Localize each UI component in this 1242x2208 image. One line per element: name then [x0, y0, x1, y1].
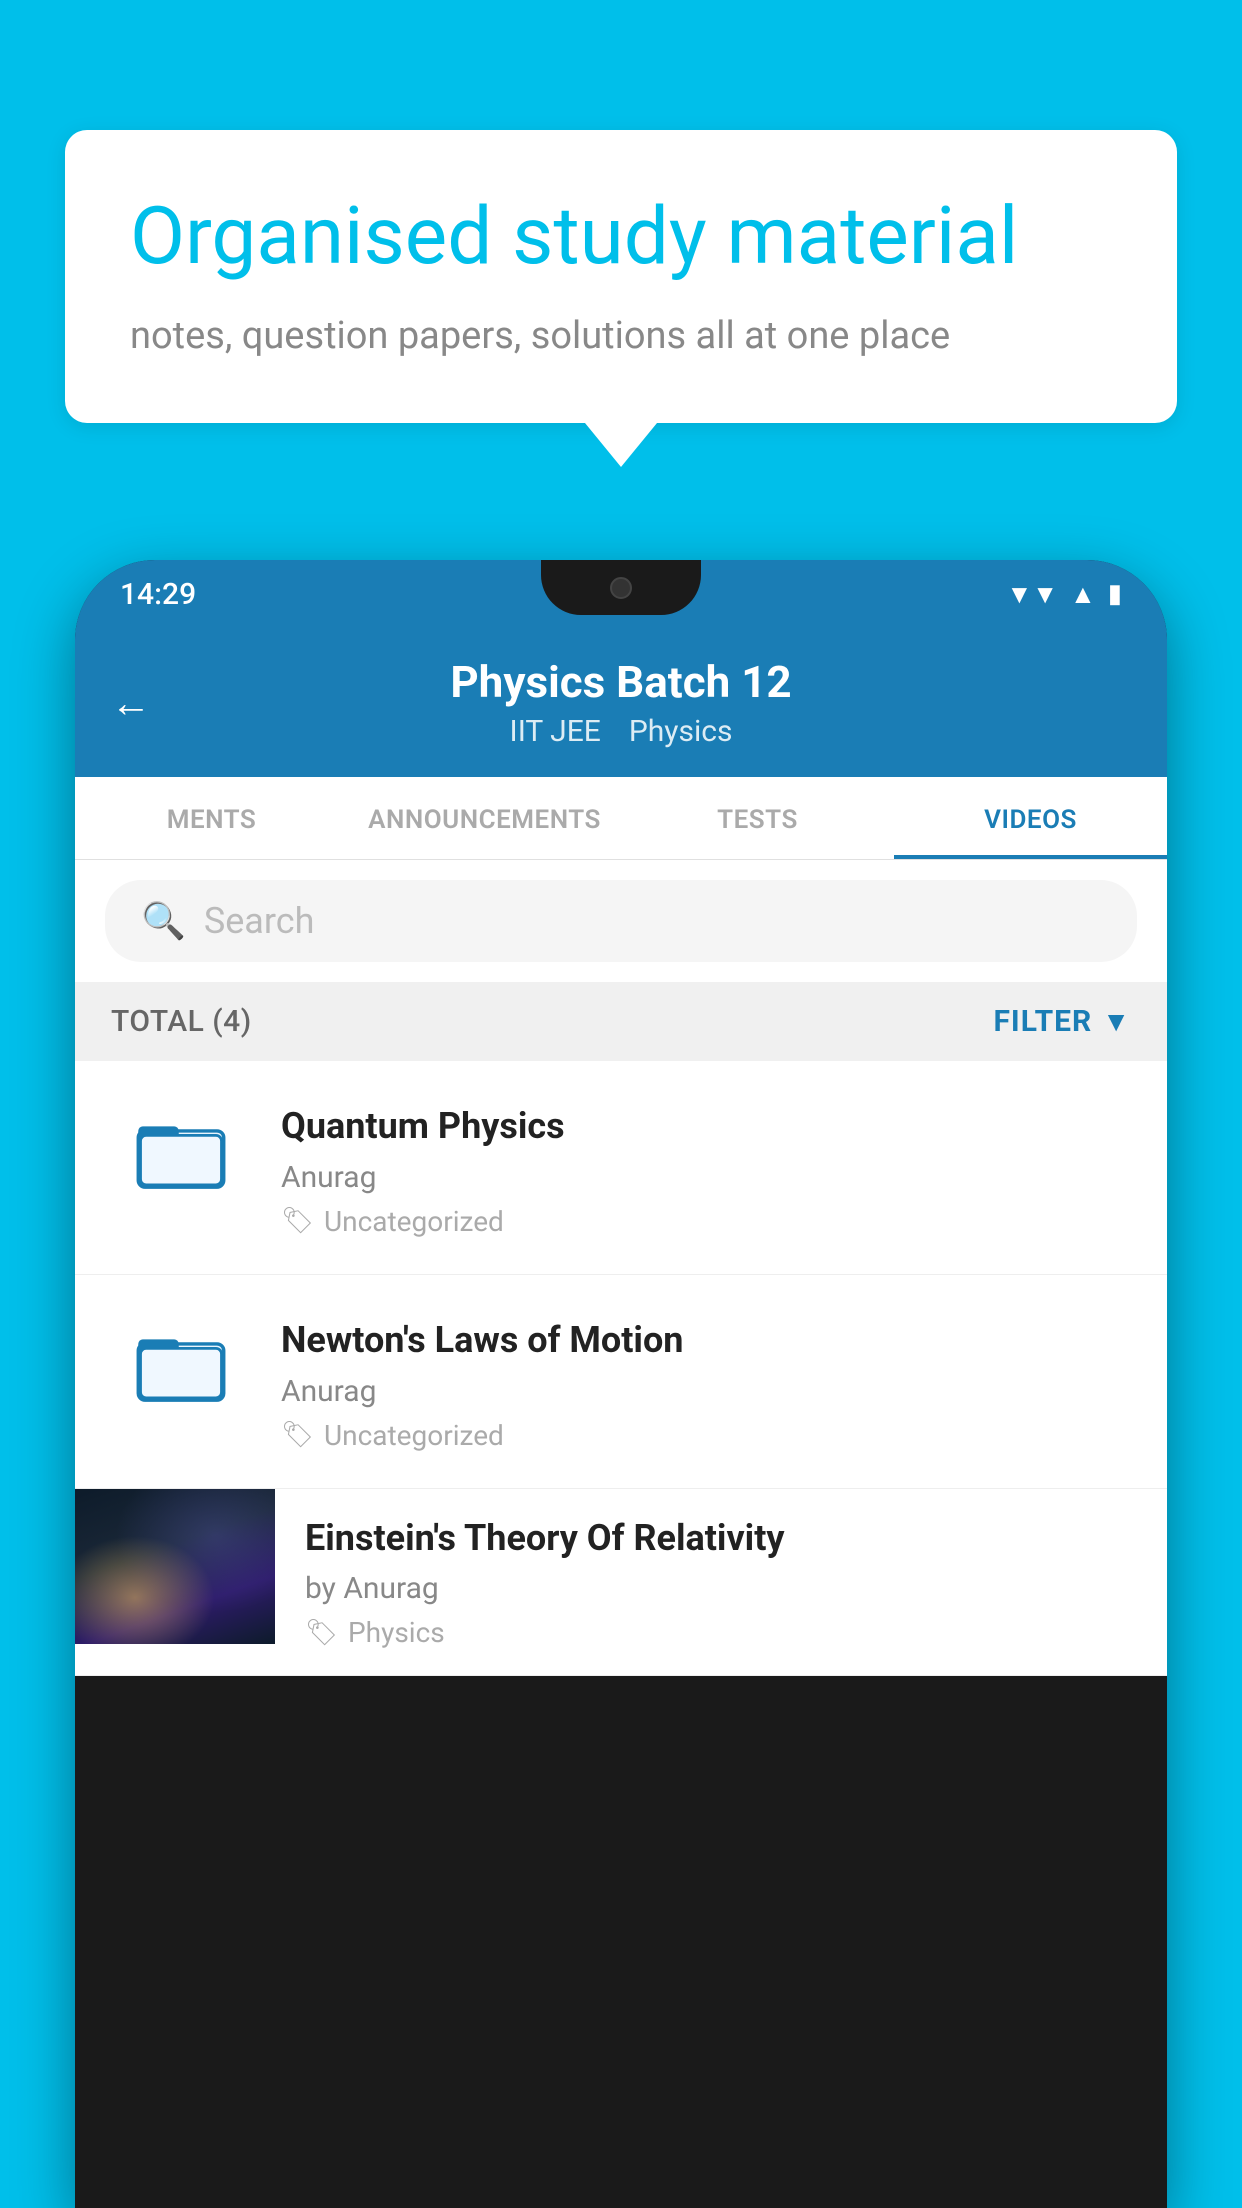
tag-label: Physics	[348, 1616, 445, 1649]
video-tag: 🏷 Physics	[305, 1616, 1137, 1649]
video-list: Quantum Physics Anurag 🏷 Uncategorized N…	[75, 1061, 1167, 1676]
folder-thumbnail-newton	[111, 1311, 251, 1416]
search-container: 🔍 Search	[75, 860, 1167, 982]
list-item[interactable]: Einstein's Theory Of Relativity by Anura…	[75, 1489, 1167, 1677]
folder-icon	[136, 1105, 226, 1195]
search-icon: 🔍	[141, 900, 186, 942]
speech-bubble-card: Organised study material notes, question…	[65, 130, 1177, 423]
video-title: Newton's Laws of Motion	[281, 1317, 1131, 1364]
speech-bubble-heading: Organised study material	[130, 190, 1112, 282]
video-thumbnail-einstein	[75, 1489, 275, 1644]
search-input[interactable]: Search	[204, 900, 315, 942]
status-icons: ▼▼ ▲ ▮	[1006, 579, 1122, 610]
tab-ments[interactable]: MENTS	[75, 777, 348, 859]
battery-icon: ▮	[1108, 579, 1122, 609]
wifi-icon: ▼▼	[1006, 579, 1057, 610]
video-author: by Anurag	[305, 1571, 1137, 1606]
video-title: Quantum Physics	[281, 1103, 1131, 1150]
video-info-newton: Newton's Laws of Motion Anurag 🏷 Uncateg…	[281, 1311, 1131, 1452]
back-button[interactable]: ←	[111, 679, 151, 726]
filter-label: FILTER	[993, 1004, 1092, 1039]
video-author: Anurag	[281, 1374, 1131, 1409]
video-tag: 🏷 Uncategorized	[281, 1205, 1131, 1238]
speech-bubble-subtext: notes, question papers, solutions all at…	[130, 310, 1112, 363]
phone-frame: 14:29 ▼▼ ▲ ▮ ← Physics Batch 12 IIT JEE …	[75, 560, 1167, 2208]
tag-label: Uncategorized	[324, 1205, 504, 1238]
video-info-einstein: Einstein's Theory Of Relativity by Anura…	[275, 1489, 1167, 1676]
folder-icon	[136, 1318, 226, 1408]
video-info-quantum: Quantum Physics Anurag 🏷 Uncategorized	[281, 1097, 1131, 1238]
video-title: Einstein's Theory Of Relativity	[305, 1515, 1137, 1562]
filter-button[interactable]: FILTER ▼	[993, 1004, 1131, 1039]
video-tag: 🏷 Uncategorized	[281, 1419, 1131, 1452]
tag-icon: 🏷	[281, 1206, 314, 1236]
speech-bubble-section: Organised study material notes, question…	[65, 130, 1177, 467]
tab-videos[interactable]: VIDEOS	[894, 777, 1167, 859]
space-background	[75, 1489, 275, 1644]
subtitle-physics: Physics	[629, 714, 733, 749]
search-bar[interactable]: 🔍 Search	[105, 880, 1137, 962]
header-title: Physics Batch 12	[450, 656, 791, 708]
tab-announcements[interactable]: ANNOUNCEMENTS	[348, 777, 621, 859]
list-item[interactable]: Quantum Physics Anurag 🏷 Uncategorized	[75, 1061, 1167, 1275]
folder-thumbnail-quantum	[111, 1097, 251, 1202]
tabs-bar: MENTS ANNOUNCEMENTS TESTS VIDEOS	[75, 777, 1167, 860]
signal-icon: ▲	[1070, 579, 1096, 610]
header-subtitle: IIT JEE Physics	[510, 714, 733, 749]
status-time: 14:29	[120, 577, 196, 612]
camera-dot	[610, 577, 632, 599]
status-bar: 14:29 ▼▼ ▲ ▮	[75, 560, 1167, 628]
tag-icon: 🏷	[281, 1420, 314, 1450]
tab-tests[interactable]: TESTS	[621, 777, 894, 859]
video-author: Anurag	[281, 1160, 1131, 1195]
filter-bar: TOTAL (4) FILTER ▼	[75, 982, 1167, 1061]
list-item[interactable]: Newton's Laws of Motion Anurag 🏷 Uncateg…	[75, 1275, 1167, 1489]
app-header: ← Physics Batch 12 IIT JEE Physics	[75, 628, 1167, 777]
tag-icon: 🏷	[305, 1618, 338, 1648]
filter-icon: ▼	[1102, 1005, 1131, 1038]
phone-notch	[541, 560, 701, 615]
speech-bubble-arrow	[585, 423, 657, 467]
subtitle-iitjee: IIT JEE	[510, 714, 601, 749]
tag-label: Uncategorized	[324, 1419, 504, 1452]
total-count-label: TOTAL (4)	[111, 1004, 252, 1039]
